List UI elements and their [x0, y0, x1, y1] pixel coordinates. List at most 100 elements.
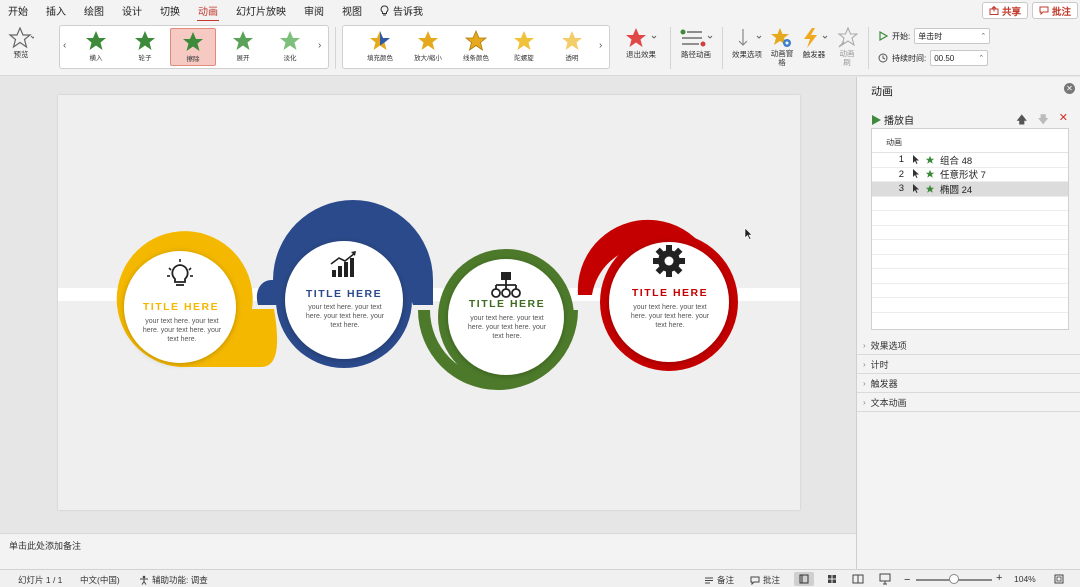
- step-3-title: TITLE HERE: [469, 298, 545, 310]
- effect-wheel[interactable]: 轮子: [122, 28, 168, 66]
- fit-to-window-button[interactable]: [1054, 574, 1064, 584]
- section-label: 触发器: [870, 378, 898, 389]
- section-text-animation[interactable]: › 文本动画: [857, 393, 1080, 412]
- play-from-button[interactable]: 播放自: [871, 112, 914, 127]
- accessibility-button[interactable]: 辅助功能: 调查: [139, 574, 208, 586]
- exit-effects-button[interactable]: 退出效果: [624, 27, 658, 60]
- animation-pane-button[interactable]: 动画窗格: [770, 27, 794, 67]
- effect-fade[interactable]: 淡化: [267, 28, 313, 66]
- notes-area[interactable]: 单击此处添加备注: [0, 533, 856, 569]
- empty-row: [872, 269, 1068, 284]
- effect-label: 填充颜色: [367, 55, 393, 62]
- normal-view-button[interactable]: [794, 572, 814, 586]
- menu-home[interactable]: 开始: [8, 3, 28, 18]
- menu-review[interactable]: 审阅: [304, 3, 324, 18]
- notes-toggle-label: 备注: [717, 575, 735, 585]
- green-star-icon: [925, 155, 935, 164]
- trigger-button[interactable]: 触发器: [798, 27, 830, 60]
- zoom-in-icon[interactable]: +: [996, 572, 1002, 584]
- section-effect-options[interactable]: › 效果选项: [857, 336, 1080, 355]
- notes-toggle[interactable]: 备注: [704, 574, 734, 586]
- effect-label: 展开: [236, 55, 250, 62]
- green-star-icon: [280, 31, 300, 50]
- list-item[interactable]: 3 椭圆 24: [872, 182, 1068, 197]
- slideshow-button[interactable]: [875, 572, 895, 586]
- accessibility-label: 辅助功能: 调查: [152, 575, 208, 585]
- zoom-slider-handle[interactable]: [949, 574, 959, 584]
- menu-design[interactable]: 设计: [122, 3, 142, 18]
- red-star-icon: [626, 28, 657, 47]
- mouse-cursor-icon: [744, 227, 753, 240]
- section-label: 计时: [870, 359, 889, 370]
- effect-label: 陀螺旋: [514, 55, 534, 62]
- motion-paths-button[interactable]: 路径动画: [678, 27, 714, 60]
- close-icon[interactable]: ✕: [1064, 83, 1075, 94]
- share-button[interactable]: 共享: [982, 2, 1029, 19]
- menu-animations[interactable]: 动画: [197, 3, 219, 22]
- empty-row: [872, 240, 1068, 255]
- gallery-next-icon[interactable]: ›: [318, 40, 321, 51]
- section-triggers[interactable]: › 触发器: [857, 374, 1080, 393]
- start-label: 开始:: [892, 31, 911, 41]
- grid-view-icon: [828, 575, 836, 583]
- menu-transitions[interactable]: 切换: [160, 3, 180, 18]
- start-select[interactable]: 单击时 ⌃: [914, 28, 991, 44]
- zoom-out-icon[interactable]: −: [904, 574, 910, 586]
- effect-split[interactable]: 展开: [220, 28, 266, 66]
- green-star-icon: [925, 170, 935, 178]
- motion-paths-label: 路径动画: [681, 50, 711, 59]
- effect-label: 放大/缩小: [414, 55, 442, 62]
- fit-window-icon: [1054, 574, 1064, 584]
- language-indicator[interactable]: 中文(中国): [80, 574, 120, 586]
- effect-label: 横入: [89, 55, 103, 62]
- list-item[interactable]: 2 任意形状 7: [872, 168, 1068, 182]
- gold-star-icon: [418, 31, 438, 50]
- divider: [335, 27, 336, 69]
- updown-icon: ⌃: [980, 33, 987, 40]
- menu-view[interactable]: 视图: [342, 3, 362, 18]
- preview-label: 预览: [13, 50, 29, 59]
- tell-me-label: 告诉我: [393, 7, 423, 18]
- empty-row: [872, 226, 1068, 240]
- start-value: 单击时: [918, 31, 943, 41]
- animation-painter-label: 动画刷: [839, 49, 855, 67]
- effect-spin[interactable]: 陀螺旋: [501, 28, 547, 66]
- effect-fill-color[interactable]: 填充颜色: [357, 28, 403, 66]
- empty-row: [872, 211, 1068, 226]
- zoom-level[interactable]: 104%: [1014, 574, 1036, 584]
- menu-slideshow[interactable]: 幻灯片放映: [236, 3, 286, 18]
- item-number: 3: [898, 183, 904, 195]
- animation-ribbon: 预览 ‹ 横入 轮子 擦除 展开 淡化 › 填充颜色 放大/缩小 线条颜色 陀螺…: [0, 21, 1080, 76]
- comments-toggle[interactable]: 批注: [750, 574, 780, 586]
- comment-icon: [750, 576, 760, 585]
- gallery-next-icon[interactable]: ›: [599, 40, 602, 51]
- play-icon: [872, 114, 881, 125]
- slide-sorter-button[interactable]: [822, 572, 842, 586]
- reading-view-button[interactable]: [848, 572, 868, 586]
- list-item[interactable]: 1 组合 48: [872, 153, 1068, 168]
- duration-stepper[interactable]: 00.50 ⌃: [930, 50, 989, 66]
- divider: [670, 27, 671, 69]
- effect-fly-in[interactable]: 横入: [73, 28, 119, 66]
- gold-star-icon: [514, 31, 534, 50]
- preview-button[interactable]: 预览: [8, 27, 34, 60]
- gallery-prev-icon[interactable]: ‹: [63, 40, 66, 51]
- divider: [722, 27, 723, 69]
- effect-options-button[interactable]: 效果选项: [730, 27, 764, 60]
- tell-me[interactable]: 告诉我: [380, 3, 423, 18]
- book-icon: [852, 574, 864, 584]
- comment-button[interactable]: 批注: [1032, 2, 1079, 19]
- effect-grow-shrink[interactable]: 放大/缩小: [405, 28, 451, 66]
- share-label: 共享: [1002, 6, 1022, 18]
- section-timing[interactable]: › 计时: [857, 355, 1080, 374]
- pointer-icon: [913, 169, 919, 179]
- effect-transparency[interactable]: 透明: [549, 28, 595, 66]
- animation-list: 动画 1 组合 48 2 任意形状 7 3 椭圆 24: [871, 128, 1069, 330]
- effect-wipe[interactable]: 擦除: [170, 28, 216, 66]
- animation-painter-button[interactable]: 动画刷: [836, 27, 858, 67]
- menu-draw[interactable]: 绘图: [84, 3, 104, 18]
- menu-insert[interactable]: 插入: [46, 3, 66, 18]
- effect-line-color[interactable]: 线条颜色: [453, 28, 499, 66]
- animation-painter-icon: [837, 27, 858, 48]
- slide[interactable]: TITLE HERE TITLE HERE TITLE HERE TITLE H…: [58, 95, 800, 510]
